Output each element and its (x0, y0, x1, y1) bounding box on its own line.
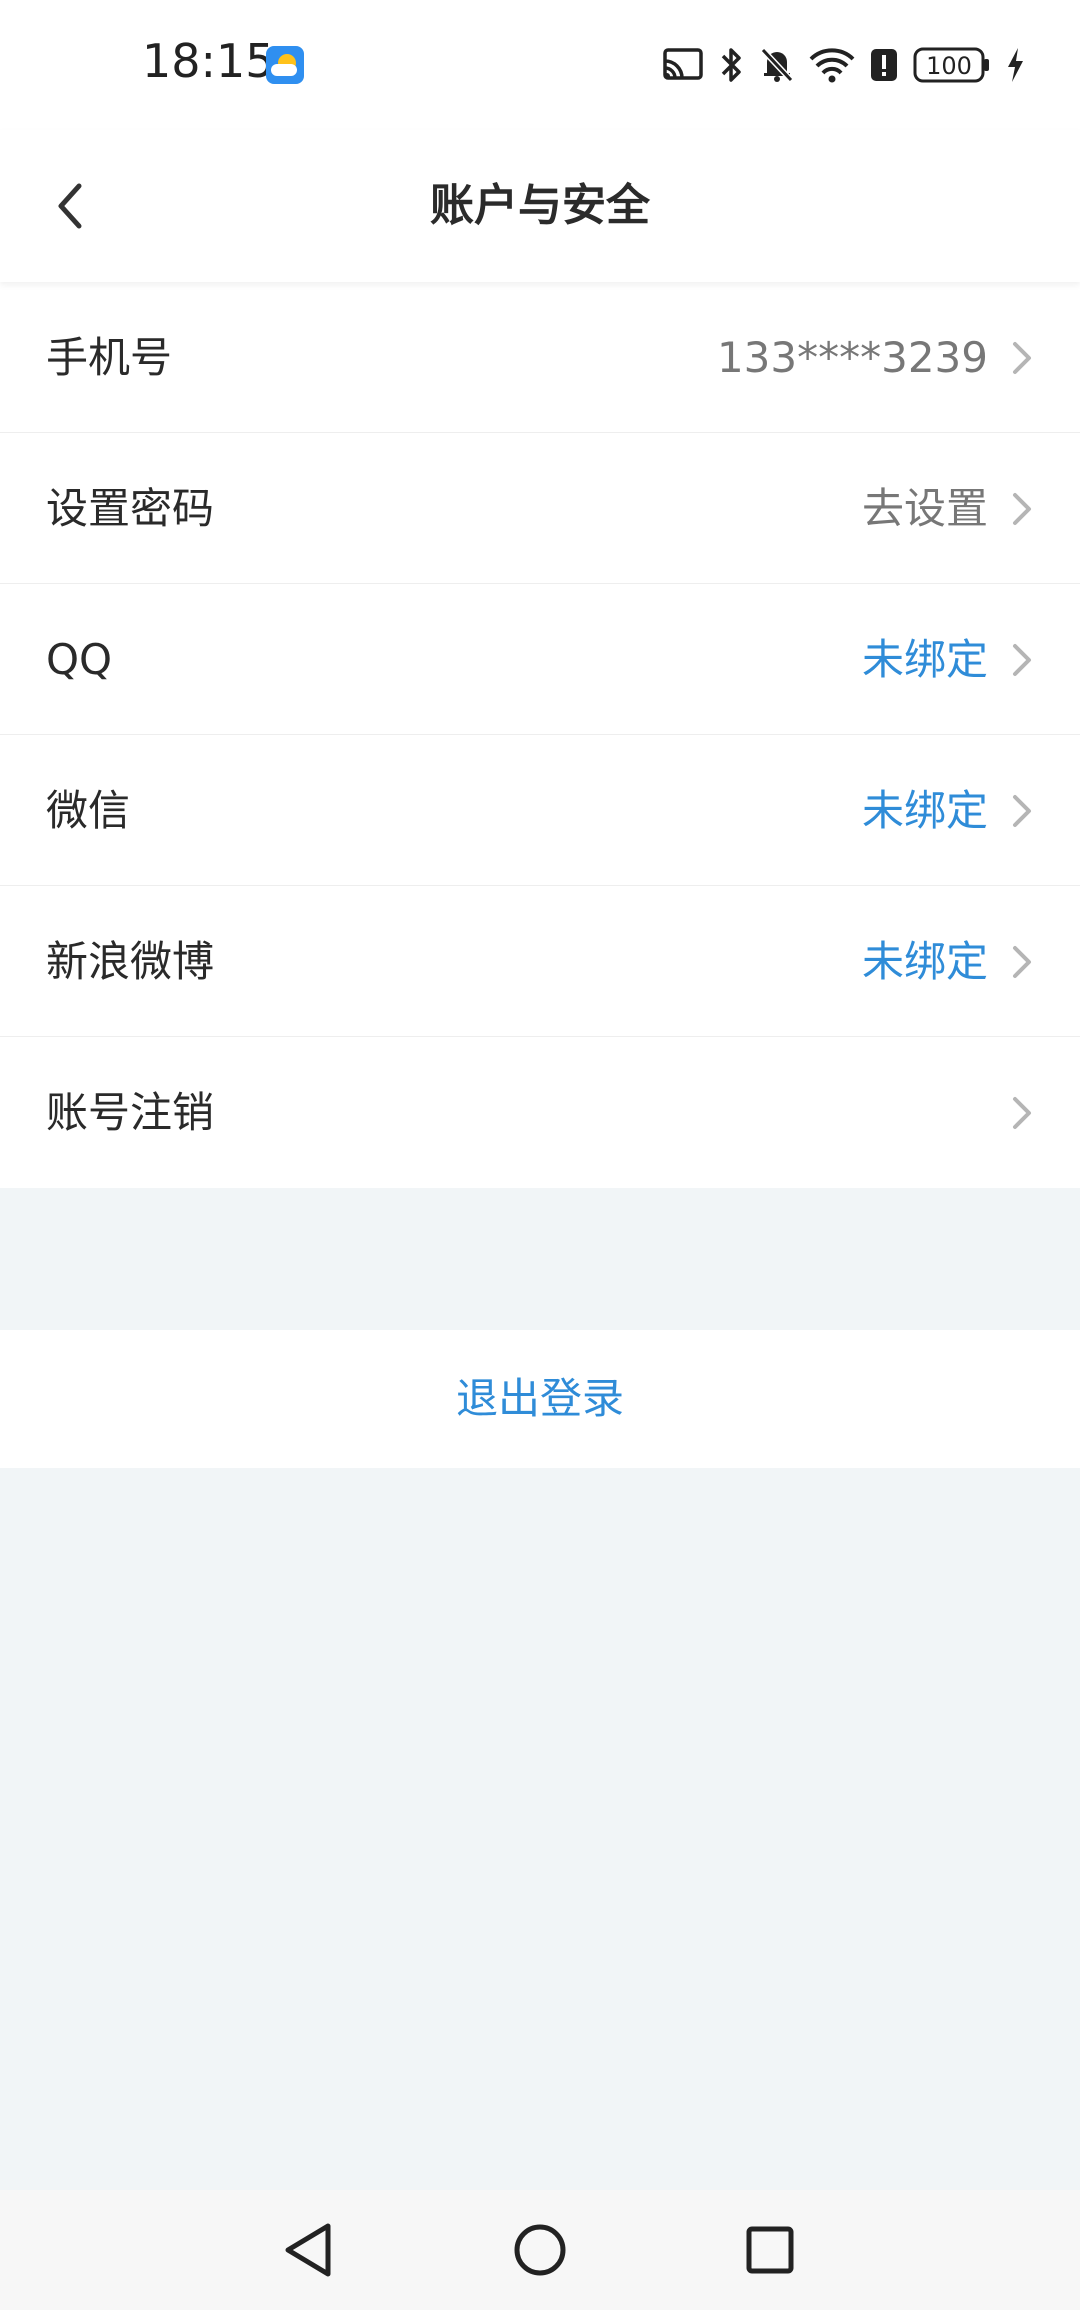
set-password-label: 设置密码 (46, 484, 215, 533)
mute-bell-icon (760, 47, 794, 83)
recents-square-icon (746, 2226, 794, 2274)
qq-label: QQ (46, 635, 113, 684)
battery-icon: 100 (913, 47, 989, 83)
qq-binding-status: 未绑定 (861, 635, 988, 684)
cast-icon (663, 48, 703, 80)
alert-icon (871, 49, 897, 81)
chevron-right-icon (1013, 795, 1031, 827)
account-cancellation-item[interactable]: 账号注销 (0, 1037, 1080, 1188)
chevron-right-icon (1013, 493, 1031, 525)
chevron-right-icon (1013, 1097, 1031, 1129)
back-button[interactable] (30, 166, 110, 246)
weather-icon (266, 46, 304, 84)
chevron-left-icon (58, 183, 82, 229)
weibo-binding-item[interactable]: 新浪微博 未绑定 (0, 886, 1080, 1037)
chevron-right-icon (1013, 342, 1031, 374)
weibo-label: 新浪微博 (46, 937, 215, 986)
chevron-right-icon (1013, 644, 1031, 676)
chevron-right-icon (1013, 946, 1031, 978)
logout-label: 退出登录 (455, 1374, 624, 1423)
battery-level: 100 (926, 52, 972, 80)
phone-number-label: 手机号 (46, 333, 173, 382)
status-icons: 100 (661, 40, 1025, 90)
home-circle-icon (514, 2224, 566, 2276)
status-bar: 18:15 100 (0, 0, 1080, 130)
wechat-binding-item[interactable]: 微信 未绑定 (0, 735, 1080, 886)
app-bar: 账户与安全 (0, 130, 1080, 282)
wechat-binding-status: 未绑定 (861, 786, 988, 835)
phone-number-item[interactable]: 手机号 133****3239 (0, 282, 1080, 433)
set-password-item[interactable]: 设置密码 去设置 (0, 433, 1080, 584)
bluetooth-icon (721, 48, 741, 82)
system-nav-bar (0, 2190, 1080, 2310)
charging-icon (1008, 48, 1023, 82)
account-cancellation-label: 账号注销 (46, 1088, 215, 1137)
nav-recents-button[interactable] (730, 2210, 810, 2290)
page-title: 账户与安全 (430, 180, 650, 231)
nav-back-button[interactable] (268, 2210, 348, 2290)
qq-binding-item[interactable]: QQ 未绑定 (0, 584, 1080, 735)
status-time: 18:15 (142, 34, 275, 88)
wifi-icon (809, 48, 855, 83)
wechat-label: 微信 (46, 786, 131, 835)
back-triangle-icon (285, 2223, 331, 2277)
set-password-value: 去设置 (861, 484, 988, 533)
weibo-binding-status: 未绑定 (861, 937, 988, 986)
phone-number-value: 133****3239 (716, 333, 988, 382)
settings-list: 手机号 133****3239 设置密码 去设置 QQ 未绑定 微信 未绑定 新… (0, 282, 1080, 1188)
logout-button[interactable]: 退出登录 (0, 1330, 1080, 1468)
nav-home-button[interactable] (500, 2210, 580, 2290)
